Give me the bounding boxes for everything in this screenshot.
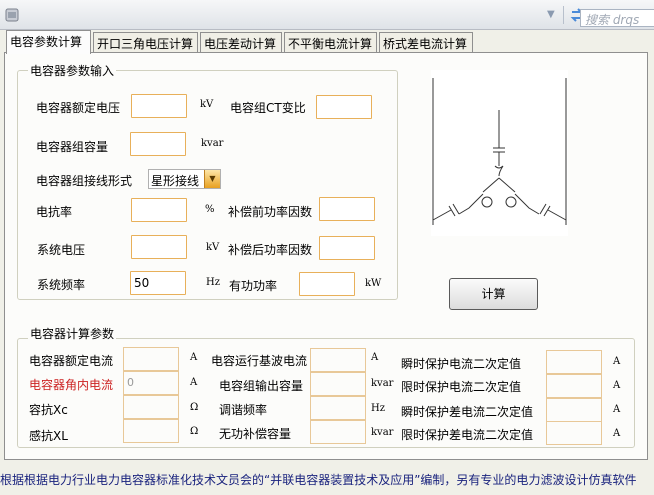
reactance-xc-output bbox=[123, 395, 179, 419]
inst-current-output bbox=[546, 350, 602, 374]
tab-capacitor-params[interactable]: 电容参数计算 bbox=[6, 30, 91, 54]
tab-open-delta-voltage[interactable]: 开口三角电压计算 bbox=[93, 32, 198, 52]
tuning-freq-label: 调谐频率 bbox=[219, 403, 268, 417]
pf-after-label: 补偿后功率因数 bbox=[228, 243, 313, 257]
output-capacity-output bbox=[310, 372, 366, 396]
inductive-xl-label: 感抗XL bbox=[29, 429, 68, 443]
reactance-rate-input[interactable] bbox=[131, 198, 187, 222]
inner-current-label: 电容器角内电流 bbox=[29, 378, 114, 392]
tuning-freq-output bbox=[310, 396, 366, 420]
reactance-rate-unit: % bbox=[205, 204, 215, 215]
rated-voltage-label: 电容器额定电压 bbox=[36, 101, 121, 115]
pf-before-label: 补偿前功率因数 bbox=[228, 205, 313, 219]
output-capacity-unit: kvar bbox=[371, 378, 394, 389]
capacity-input[interactable] bbox=[130, 132, 186, 156]
ct-ratio-label: 电容组CT变比 bbox=[230, 101, 306, 115]
toolbar bbox=[0, 0, 654, 30]
search-input[interactable]: 搜索 drqs bbox=[580, 9, 654, 27]
wiring-label: 电容器组接线形式 bbox=[36, 174, 133, 188]
time-current-output bbox=[546, 374, 602, 398]
wiring-select[interactable]: 星形接线 ▼ bbox=[148, 169, 221, 189]
inst-diff-output bbox=[546, 398, 602, 422]
input-group-title: 电容器参数输入 bbox=[28, 62, 117, 79]
pf-before-input[interactable] bbox=[319, 197, 375, 221]
pf-after-input[interactable] bbox=[319, 236, 375, 260]
rated-voltage-input[interactable] bbox=[131, 94, 187, 118]
tuning-freq-unit: Hz bbox=[371, 403, 385, 414]
app-icon bbox=[5, 8, 19, 22]
system-voltage-input[interactable] bbox=[131, 235, 187, 259]
time-diff-unit: A bbox=[613, 428, 621, 439]
chevron-down-icon[interactable]: ▼ bbox=[547, 9, 555, 20]
time-diff-label: 限时保护差电流二次定值 bbox=[401, 428, 534, 442]
output-capacity-label: 电容组输出容量 bbox=[219, 379, 304, 393]
reactive-comp-output bbox=[310, 420, 366, 444]
wiring-select-value: 星形接线 bbox=[151, 174, 200, 188]
reactance-xc-label: 容抗Xc bbox=[29, 403, 68, 417]
result-group-title: 电容器计算参数 bbox=[28, 325, 117, 342]
calculate-button[interactable]: 计算 bbox=[449, 278, 538, 310]
time-current-label: 限时保护电流二次定值 bbox=[401, 380, 522, 394]
ct-ratio-input[interactable] bbox=[316, 95, 372, 119]
fundamental-current-output bbox=[310, 348, 366, 372]
fundamental-current-label: 电容运行基波电流 bbox=[211, 354, 308, 368]
system-freq-input[interactable]: 50 bbox=[130, 271, 186, 295]
system-freq-label: 系统频率 bbox=[37, 278, 86, 292]
tab-unbalanced-current[interactable]: 不平衡电流计算 bbox=[284, 32, 377, 52]
rated-current-output bbox=[123, 347, 179, 371]
status-marquee-text: 根据根据电力行业电力电容器标准化技术文员会的“并联电容器装置技术及应用”编制，另… bbox=[0, 473, 637, 487]
inner-current-unit: A bbox=[190, 377, 198, 388]
time-current-unit: A bbox=[613, 380, 621, 391]
inst-diff-unit: A bbox=[613, 404, 621, 415]
toolbar-separator bbox=[563, 6, 564, 24]
system-voltage-label: 系统电压 bbox=[37, 243, 86, 257]
reactive-comp-unit: kvar bbox=[371, 427, 394, 438]
capacitor-star-icon bbox=[432, 78, 567, 225]
chevron-down-icon[interactable]: ▼ bbox=[204, 170, 220, 188]
active-power-unit: kW bbox=[365, 278, 382, 289]
rated-current-unit: A bbox=[190, 352, 198, 363]
reactance-xc-unit: Ω bbox=[190, 402, 199, 413]
time-diff-output bbox=[546, 421, 602, 445]
tab-bridge-diff-current[interactable]: 桥式差电流计算 bbox=[379, 32, 473, 52]
fundamental-current-unit: A bbox=[371, 352, 379, 363]
inst-current-unit: A bbox=[613, 356, 621, 367]
system-freq-unit: Hz bbox=[206, 277, 220, 288]
tab-voltage-differential[interactable]: 电压差动计算 bbox=[200, 32, 282, 52]
inductive-xl-unit: Ω bbox=[190, 426, 199, 437]
inst-diff-label: 瞬时保护差电流二次定值 bbox=[401, 405, 534, 419]
star-wiring-diagram bbox=[431, 70, 568, 236]
active-power-label: 有功功率 bbox=[229, 279, 278, 293]
capacity-unit: kvar bbox=[201, 138, 224, 149]
active-power-input[interactable] bbox=[299, 272, 355, 296]
system-voltage-unit: kV bbox=[206, 242, 220, 253]
capacity-label: 电容器组容量 bbox=[36, 140, 109, 154]
reactance-rate-label: 电抗率 bbox=[36, 205, 73, 219]
inst-current-label: 瞬时保护电流二次定值 bbox=[401, 357, 522, 371]
inner-current-output: 0 bbox=[123, 371, 179, 395]
rated-voltage-unit: kV bbox=[200, 99, 214, 110]
rated-current-label: 电容器额定电流 bbox=[29, 354, 114, 368]
inductive-xl-output bbox=[123, 419, 179, 443]
reactive-comp-label: 无功补偿容量 bbox=[219, 427, 292, 441]
